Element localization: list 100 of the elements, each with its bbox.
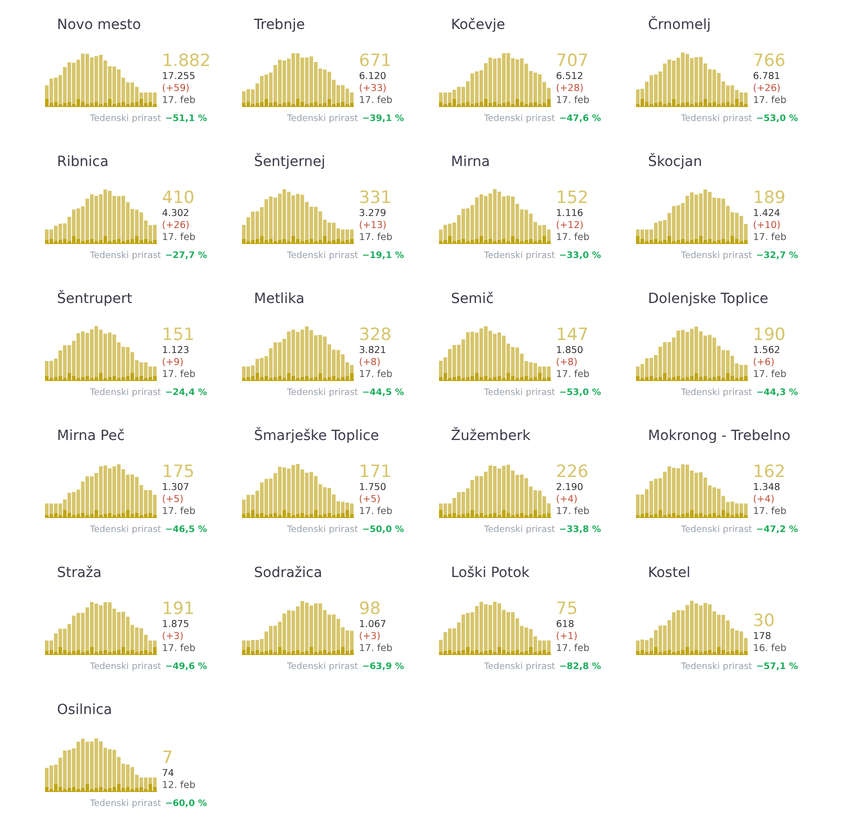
growth-label: Tedenski prirast — [287, 662, 358, 672]
active-count: 147 — [556, 325, 590, 345]
growth-value: −82,8 % — [559, 662, 601, 672]
municipality-name: Mokronog - Trebelno — [647, 428, 792, 446]
date-label: 17. feb — [556, 369, 590, 381]
growth-label: Tedenski prirast — [484, 251, 556, 261]
total-count: 618 — [556, 619, 576, 631]
new-cases: (+5) — [162, 494, 184, 506]
active-count: 152 — [556, 188, 590, 208]
active-count: 190 — [753, 325, 786, 345]
municipality-name: Mirna — [450, 154, 491, 172]
total-count: 1.875 — [162, 619, 190, 631]
active-count: 226 — [556, 462, 590, 482]
growth-label: Tedenski prirast — [287, 388, 358, 398]
municipality-name: Žužemberk — [450, 428, 532, 446]
total-count: 74 — [162, 768, 176, 780]
municipality-name: Dolenjske Toplice — [647, 291, 770, 309]
date-label: 17. feb — [359, 95, 392, 107]
growth-label: Tedenski prirast — [681, 662, 752, 672]
total-count: 3.279 — [359, 208, 388, 220]
municipality-name: Šmarješke Toplice — [253, 428, 380, 446]
total-count: 2.190 — [556, 482, 584, 494]
growth-value: −47,6 % — [559, 114, 601, 124]
date-label: 17. feb — [556, 232, 590, 244]
municipality-name: Šentjernej — [253, 154, 326, 172]
active-count: 151 — [162, 325, 196, 345]
total-count: 1.424 — [753, 208, 782, 220]
municipality-name: Šentrupert — [56, 291, 134, 309]
active-count: 98 — [359, 599, 382, 619]
growth-label: Tedenski prirast — [484, 525, 556, 535]
growth-value: −33,8 % — [559, 525, 601, 535]
date-label: 17. feb — [753, 369, 786, 381]
growth-label: Tedenski prirast — [484, 114, 556, 124]
active-count: 331 — [359, 188, 392, 208]
growth-value: −39,1 % — [362, 114, 404, 124]
active-count: 410 — [162, 188, 196, 208]
growth-value: −53,0 % — [756, 114, 798, 124]
total-count: 6.781 — [753, 71, 782, 83]
growth-value: −49,6 % — [165, 662, 207, 672]
date-label: 17. feb — [556, 506, 590, 518]
new-cases: (+4) — [556, 494, 578, 506]
active-count: 707 — [556, 51, 590, 71]
growth-value: −51,1 % — [165, 114, 207, 124]
municipality-name: Osilnica — [56, 702, 114, 720]
active-count: 7 — [162, 748, 174, 768]
growth-label: Tedenski prirast — [287, 114, 358, 124]
new-cases: (+9) — [162, 357, 184, 369]
growth-value: −47,2 % — [756, 525, 798, 535]
growth-value: −46,5 % — [165, 525, 207, 535]
growth-label: Tedenski prirast — [90, 114, 162, 124]
date-label: 17. feb — [162, 95, 196, 107]
new-cases: (+3) — [162, 631, 184, 643]
municipality-name: Semič — [450, 291, 495, 309]
total-count: 17.255 — [162, 71, 196, 83]
date-label: 17. feb — [359, 369, 392, 381]
new-cases: (+28) — [556, 83, 584, 95]
growth-label: Tedenski prirast — [484, 662, 556, 672]
total-count: 6.120 — [359, 71, 388, 83]
growth-label: Tedenski prirast — [681, 251, 752, 261]
date-label: 17. feb — [162, 369, 196, 381]
municipality-name: Ribnica — [56, 154, 110, 172]
municipality-name: Mirna Peč — [56, 428, 126, 446]
growth-value: −60,0 % — [165, 799, 207, 809]
growth-label: Tedenski prirast — [287, 251, 358, 261]
total-count: 4.302 — [162, 208, 190, 220]
new-cases: (+12) — [556, 220, 584, 232]
growth-value: −44,5 % — [362, 388, 404, 398]
municipality-name: Straža — [56, 565, 103, 583]
date-label: 17. feb — [753, 232, 786, 244]
active-count: 671 — [359, 51, 392, 71]
new-cases: (+6) — [753, 357, 776, 369]
growth-value: −32,7 % — [756, 251, 798, 261]
municipality-name: Kostel — [647, 565, 692, 583]
total-count: 1.307 — [162, 482, 190, 494]
total-count: 1.750 — [359, 482, 388, 494]
municipality-name: Novo mesto — [56, 17, 142, 35]
date-label: 12. feb — [162, 780, 196, 792]
total-count: 1.562 — [753, 345, 782, 357]
total-count: 3.821 — [359, 345, 388, 357]
new-cases: (+13) — [359, 220, 388, 232]
new-cases: (+5) — [359, 494, 382, 506]
growth-label: Tedenski prirast — [681, 388, 752, 398]
new-cases: (+8) — [359, 357, 382, 369]
growth-label: Tedenski prirast — [484, 388, 556, 398]
new-cases: (+26) — [162, 220, 190, 232]
new-cases: (+26) — [753, 83, 782, 95]
growth-label: Tedenski prirast — [287, 525, 358, 535]
active-count: 30 — [753, 611, 776, 631]
growth-value: −57,1 % — [756, 662, 798, 672]
total-count: 1.116 — [556, 208, 584, 220]
municipality-name: Kočevje — [450, 17, 506, 35]
growth-value: −63,9 % — [362, 662, 404, 672]
active-count: 328 — [359, 325, 392, 345]
growth-label: Tedenski prirast — [90, 525, 162, 535]
growth-value: −50,0 % — [362, 525, 404, 535]
date-label: 17. feb — [556, 95, 590, 107]
growth-value: −19,1 % — [362, 251, 404, 261]
new-cases: (+3) — [359, 631, 382, 643]
date-label: 17. feb — [162, 506, 196, 518]
new-cases: (+33) — [359, 83, 388, 95]
